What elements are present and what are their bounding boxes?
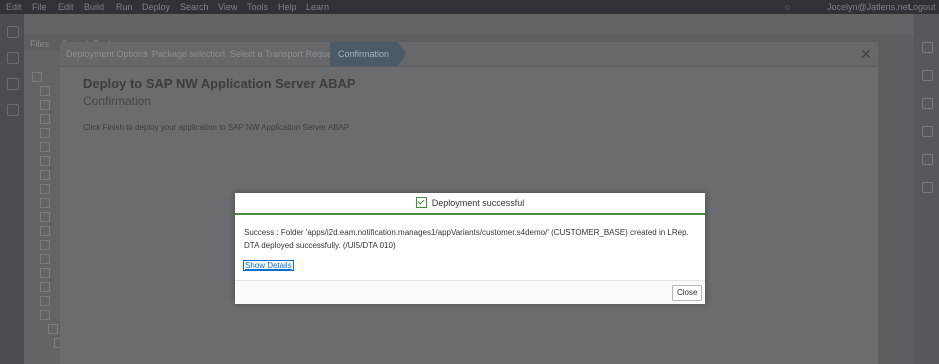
git-icon[interactable] [922,182,933,193]
logout-link[interactable]: Logout [908,2,936,12]
dialog-message: Success : Folder 'apps/i2d.eam.notificat… [244,228,689,250]
show-details-link[interactable]: Show Details [243,260,294,271]
git-icon[interactable] [7,78,19,90]
wizard-steps: Deployment Options › Package selection ›… [60,42,878,67]
step-package-selection[interactable]: Package selection [152,49,225,59]
outline-panel [878,50,914,364]
tree-item-checkbox[interactable] [40,268,50,278]
tree-item-checkbox[interactable] [40,142,50,152]
chevron-right-icon: › [144,47,148,59]
success-dialog: Deployment successful Success : Folder '… [235,193,705,304]
left-sidebar [0,14,24,364]
menu-item-tools[interactable]: Tools [247,2,268,12]
tree-item-checkbox[interactable] [40,254,50,264]
step-confirmation[interactable]: Confirmation [330,42,406,66]
wizard-instruction: Click Finish to deploy your application … [83,123,350,132]
console-icon[interactable] [922,126,933,137]
tree-item-checkbox[interactable] [40,198,50,208]
dialog-header: Deployment successful [235,193,705,215]
tree-item-checkbox[interactable] [40,212,50,222]
search-icon[interactable] [7,52,19,64]
tree-item-checkbox[interactable] [40,226,50,236]
menu-item-help[interactable]: Help [278,2,297,12]
menu-item-logo[interactable]: Edit [6,2,22,12]
debug-icon[interactable] [922,70,933,81]
wizard-title: Deploy to SAP NW Application Server ABAP [83,76,356,91]
step-deployment-options[interactable]: Deployment Options [66,49,148,59]
menu-bar: Edit File Edit Build Run Deploy Search V… [0,0,939,14]
menu-item-deploy[interactable]: Deploy [142,2,170,12]
menu-item-edit[interactable]: Edit [58,2,74,12]
properties-icon[interactable] [922,154,933,165]
tree-item-checkbox[interactable] [40,114,50,124]
dialog-title: Deployment successful [431,197,525,208]
tree-item-checkbox[interactable] [48,324,58,334]
settings-icon[interactable] [7,104,19,116]
tree-item-checkbox[interactable] [40,156,50,166]
close-icon[interactable]: ✕ [860,46,872,63]
menu-item-build[interactable]: Build [84,2,104,12]
menu-item-search[interactable]: Search [180,2,209,12]
tree-item-checkbox[interactable] [40,310,50,320]
close-button[interactable]: Close [672,285,703,301]
user-name: Jocelyn@Jatlens.net [827,2,911,12]
search-icon[interactable] [922,42,933,53]
menu-item-run[interactable]: Run [116,2,133,12]
dialog-footer: Close [235,280,705,304]
tree-item-checkbox[interactable] [40,128,50,138]
tree-item-checkbox[interactable] [40,184,50,194]
wizard-subtitle: Confirmation [83,94,152,108]
menu-item-file[interactable]: File [32,2,47,12]
tree-item-checkbox[interactable] [40,240,50,250]
tree-item-checkbox[interactable] [40,86,50,96]
files-icon[interactable] [7,26,19,38]
check-icon [415,197,427,208]
help-icon[interactable]: ○ [785,2,790,12]
folder-icon[interactable] [32,72,42,82]
right-sidebar [914,14,939,364]
tree-item-checkbox[interactable] [40,296,50,306]
step-transport-request[interactable]: Select a Transport Request [230,49,339,59]
menu-item-view[interactable]: View [218,2,237,12]
file-tree [28,62,64,364]
tab-files[interactable]: Files [30,39,49,49]
menu-item-learn[interactable]: Learn [306,2,329,12]
tree-item-checkbox[interactable] [40,170,50,180]
chevron-right-icon: › [222,47,226,59]
tree-item-checkbox[interactable] [40,282,50,292]
outline-icon[interactable] [922,98,933,109]
tree-item-checkbox[interactable] [40,100,50,110]
